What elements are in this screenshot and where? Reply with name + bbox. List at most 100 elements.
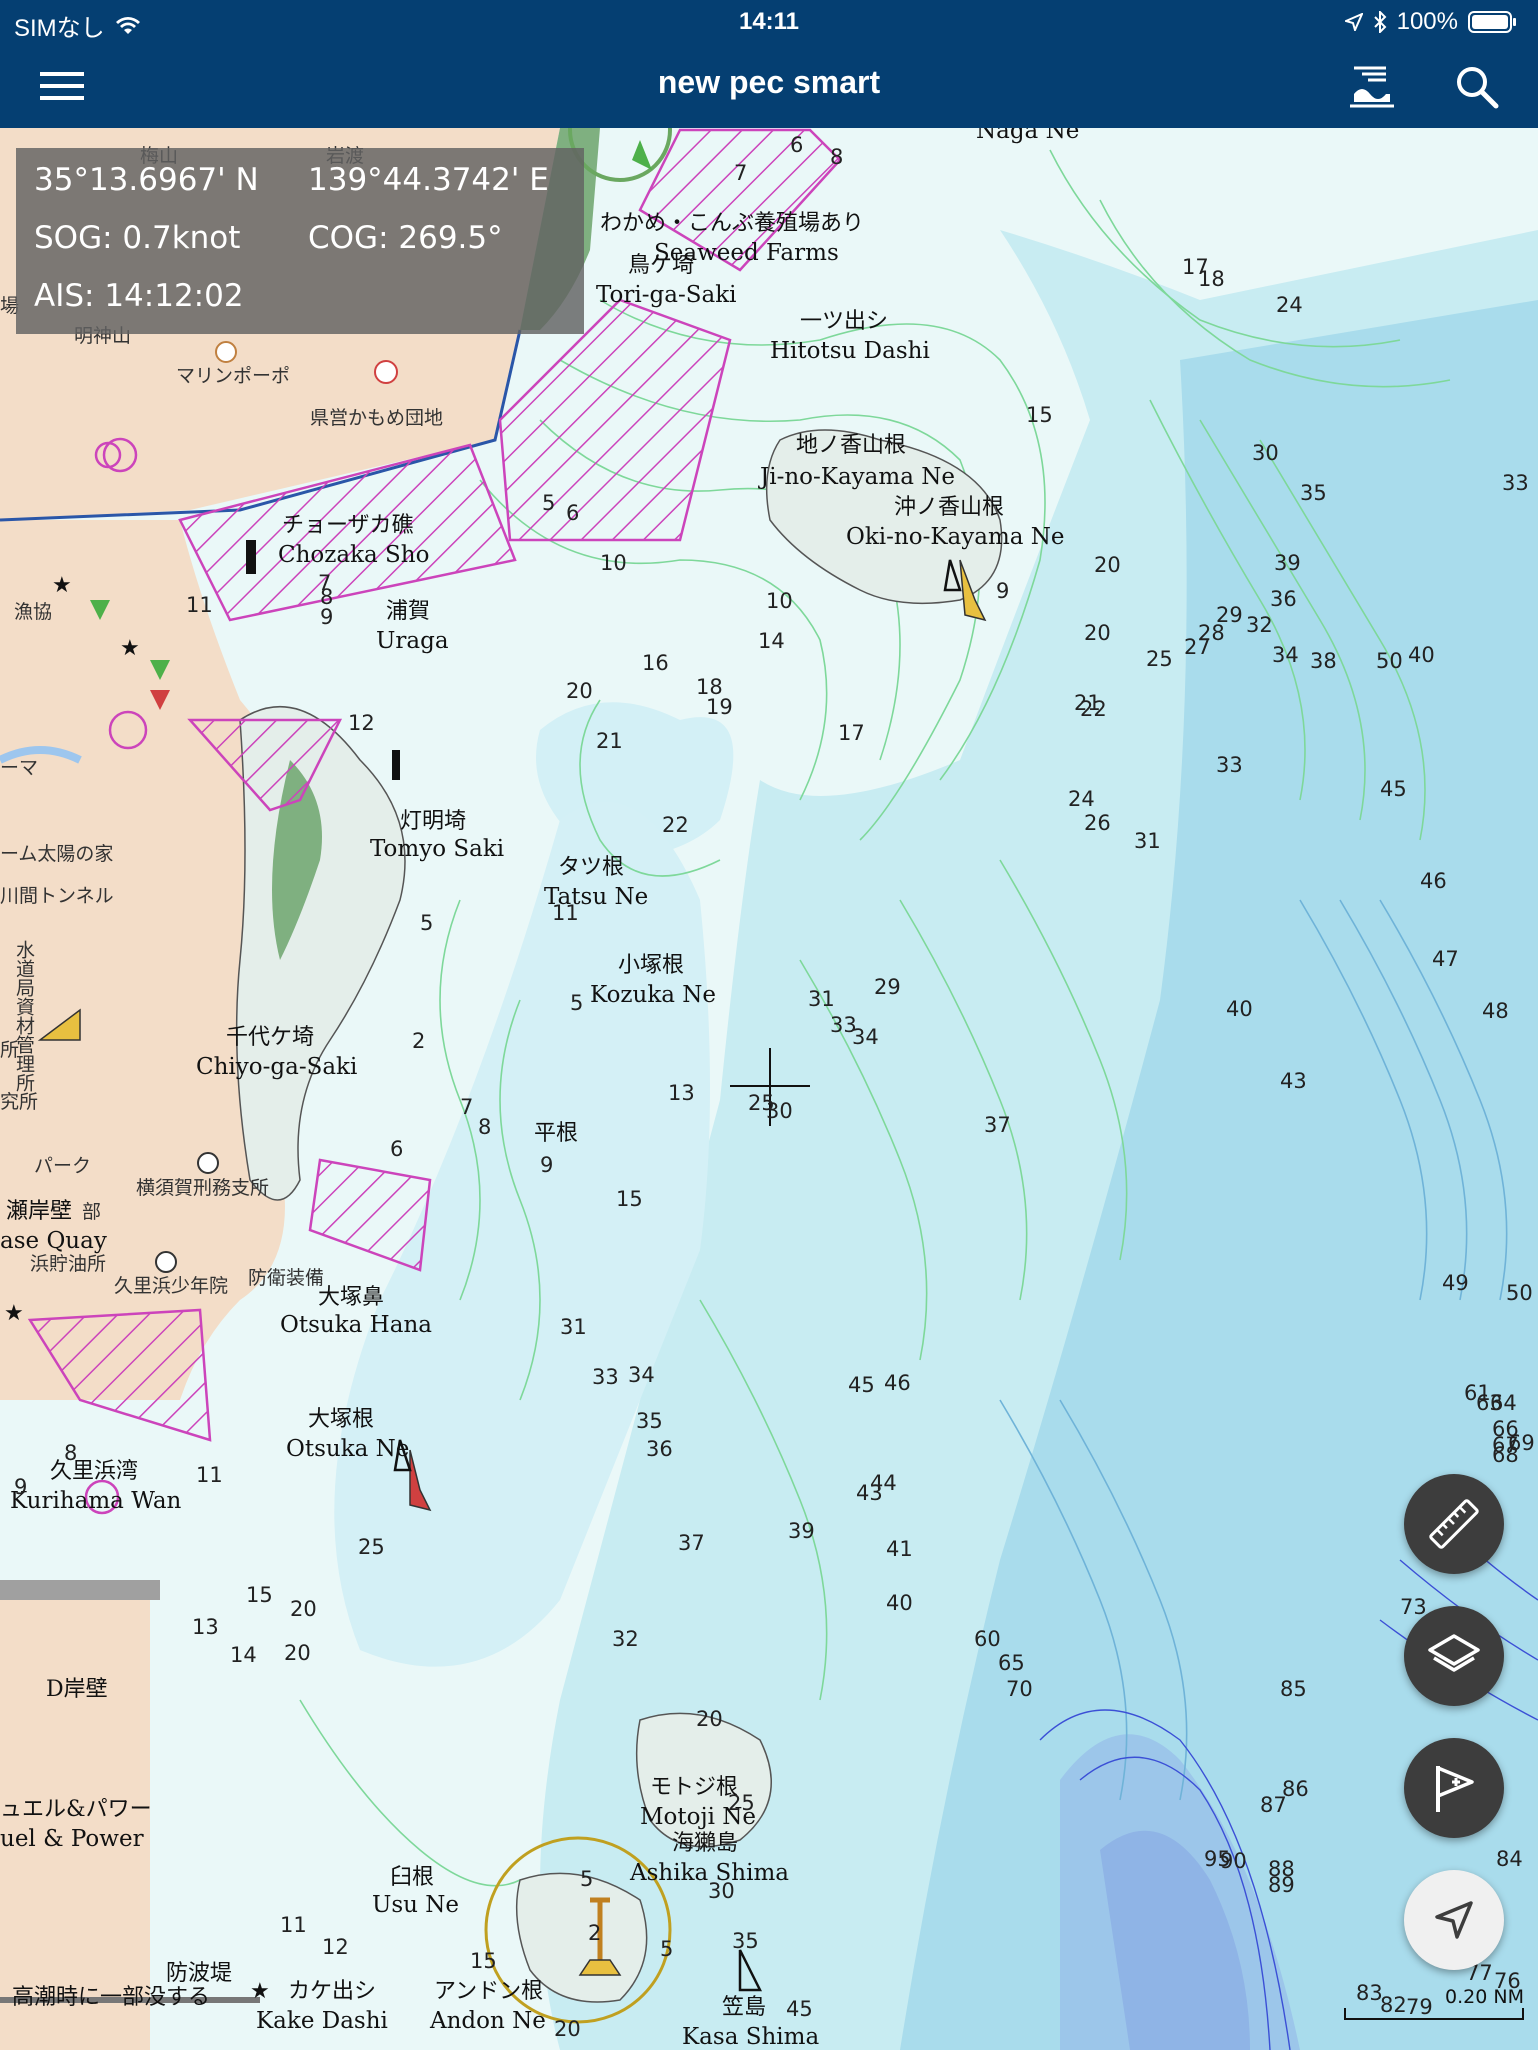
depth: 6 [790,133,803,157]
depth: 12 [348,711,375,735]
depth: 9 [540,1153,553,1177]
depth: 20 [1094,553,1121,577]
depth: 26 [1084,811,1111,835]
locate-me-button[interactable] [1404,1870,1504,1970]
depth: 60 [974,1627,1001,1651]
depth: 45 [786,1997,813,2021]
add-waypoint-button[interactable] [1404,1738,1504,1838]
layers-icon [1428,1634,1480,1672]
place-kozuka-jp: 小塚根 [618,953,684,978]
land-southwest [0,1600,150,2050]
depth: 8 [830,145,843,169]
depth: 16 [642,651,669,675]
depth: 50 [1376,649,1403,673]
depth: 50 [1506,1281,1533,1305]
place-otsukane-en: Otsuka Ne [286,1436,409,1462]
place-andon-jp: アンドン根 [434,1979,543,2004]
depth: 20 [696,1707,723,1731]
depth: 39 [788,1519,815,1543]
depth: 90 [1220,1849,1247,1873]
nautical-chart[interactable]: ★ ★ ★ ★ Naga Ne わかめ・こんぶ養殖場あり Seaweed Far… [0,128,1538,2050]
depth: 5 [542,491,555,515]
depth: 17 [838,721,865,745]
depth: 45 [1380,777,1407,801]
depth: 32 [612,1627,639,1651]
depth: 33 [1502,471,1529,495]
navigation-bar: new pec smart [0,44,1538,128]
depth: 40 [1226,997,1253,1021]
scale-label: 0.20 NM [1445,1986,1524,2008]
depth: 65 [998,1651,1025,1675]
location-arrow-icon [1435,1901,1473,1939]
ruler-icon [1429,1499,1479,1549]
depth: 37 [984,1113,1011,1137]
place-uraga-en: Uraga [376,628,449,654]
depth: 11 [196,1463,223,1487]
place-kasa-en: Kasa Shima [682,2024,819,2050]
quay-wall [0,1580,160,1600]
depth: 20 [1084,621,1111,645]
depth: 24 [1276,293,1303,317]
depth: 30 [766,1099,793,1123]
search-button[interactable] [1444,54,1508,118]
star-icon: ★ [250,1979,270,2004]
depth: 27 [1184,635,1211,659]
depth: 31 [1134,829,1161,853]
depth: 11 [186,593,213,617]
depth: 22 [662,813,689,837]
label-bouei: 防衛装備 [248,1267,324,1289]
ais-readout: AIS: 14:12:02 [34,278,244,314]
depth: 8 [64,1441,77,1465]
scale-line [1344,2008,1524,2020]
layers-button[interactable] [1404,1606,1504,1706]
depth: 36 [646,1437,673,1461]
label-kenkyu: 究所 [0,1091,38,1113]
sog-readout: SOG: 0.7knot [34,220,241,256]
cog-readout: COG: 269.5° [308,220,503,256]
add-flag-icon [1436,1766,1474,1812]
measure-button[interactable] [1404,1474,1504,1574]
depth: 40 [1408,643,1435,667]
depth: 38 [1310,649,1337,673]
depth: 11 [280,1913,307,1937]
depth: 45 [848,1373,875,1397]
place-usu-en: Usu Ne [372,1892,459,1918]
place-jinokayama-jp: 地ノ香山根 [796,433,906,458]
depth: 2 [588,1921,601,1945]
facility-2-icon [155,1251,177,1273]
place-otsukahana-jp: 大塚鼻 [318,1285,384,1310]
battery-percent: 100% [1396,8,1458,35]
place-ashika-jp: 海獺島 [672,1831,738,1856]
depth: 30 [1252,441,1279,465]
label-kamome: 県営かもめ団地 [310,407,443,429]
place-kake-jp: カケ出シ [288,1979,376,2004]
depth: 13 [668,1081,695,1105]
scale-bar: 0.20 NM [1344,1986,1524,2022]
depth: 8 [478,1115,491,1139]
place-torigasaki-jp: 鳥ケ埼 [628,253,694,278]
label-oil: 浜貯油所 [30,1253,106,1275]
place-otsukahana-en: Otsuka Hana [280,1312,432,1338]
place-fuel-jp: ュエル&パワー [0,1797,152,1822]
label-marina: マリンポーポ [176,365,290,387]
place-dkabe: D岸壁 [46,1677,108,1702]
depth: 5 [570,991,583,1015]
place-chiyo-jp: 千代ケ埼 [226,1025,314,1050]
depth: 69 [1508,1431,1535,1455]
depth: 22 [1080,697,1107,721]
label-ma: ーマ [0,757,38,779]
depth: 10 [766,589,793,613]
status-bar: SIMなし 14:11 100% [0,0,1538,44]
depth: 20 [290,1597,317,1621]
tide-button[interactable] [1340,54,1404,118]
depth: 43 [1280,1069,1307,1093]
chart-canvas[interactable]: ★ ★ ★ ★ Naga Ne わかめ・こんぶ養殖場あり Seaweed Far… [0,128,1538,2050]
place-naga-ne: Naga Ne [976,128,1079,144]
place-tatsu-jp: タツ根 [558,855,624,880]
facility-icon [197,1152,219,1174]
depth: 5 [420,911,433,935]
label-ko: 所 [0,1039,19,1061]
depth: 34 [852,1025,879,1049]
depth: 19 [706,695,733,719]
app-title: new pec smart [657,64,881,100]
